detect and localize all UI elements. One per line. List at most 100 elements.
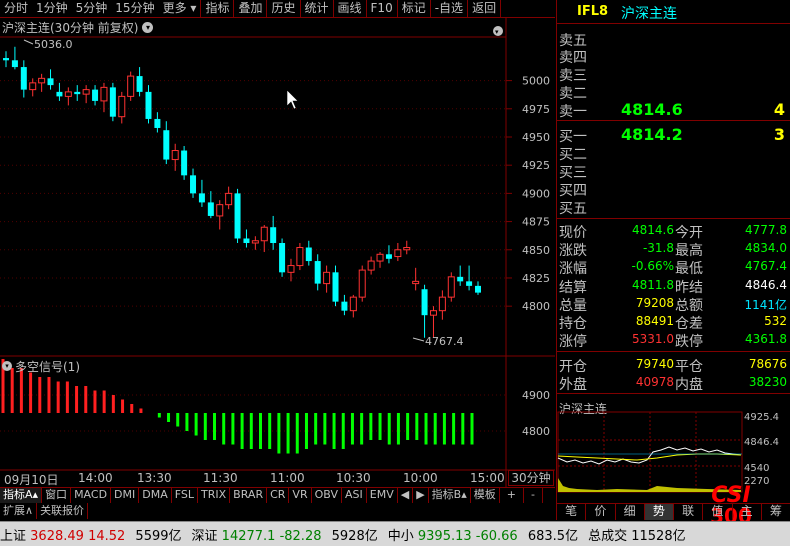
price-axis-label: 4975 — [522, 103, 550, 116]
candle — [181, 146, 188, 180]
price-axis-label: 4850 — [522, 244, 550, 257]
candle — [279, 238, 286, 277]
low-marker: 4767.4 — [412, 335, 464, 348]
tab-brar[interactable]: BRAR — [230, 488, 268, 503]
tab-main[interactable]: 主 — [733, 504, 762, 520]
tab-label: 扩展 — [3, 504, 25, 517]
index-sme[interactable]: 中小 9395.13 -60.66 683.5亿 — [388, 525, 578, 544]
candle — [243, 229, 250, 248]
kline-chart[interactable]: 5000 4975 4950 4925 4900 4875 4850 4825 4800 4900… — [0, 0, 556, 520]
candle — [118, 91, 126, 124]
index-status-bar: 上证 3628.49 14.52 5599亿 深证 14277.1 -82.28… — [0, 521, 790, 546]
candle — [190, 168, 197, 198]
price-axis-label: 4800 — [522, 300, 550, 313]
tab-macd[interactable]: MACD — [71, 488, 112, 503]
index-sz[interactable]: 深证 14277.1 -82.28 5928亿 — [192, 525, 378, 544]
tab-related-quotes[interactable]: 关联报价 — [37, 503, 89, 519]
tab-template[interactable]: 模板 — [471, 488, 500, 503]
candle — [305, 240, 312, 266]
quote-tabs: 笔 价 细 势 联 值 主 筹 — [557, 503, 790, 520]
candle — [403, 240, 411, 255]
candle — [349, 294, 357, 318]
index-name: 上证 — [0, 528, 27, 544]
tab-price[interactable]: 价 — [586, 504, 616, 520]
tab-trix[interactable]: TRIX — [198, 488, 231, 503]
quote-panel: IFL8 沪深主连 卖五 卖四 卖三 卖二 卖一 4814.6 4 买一 481… — [556, 0, 790, 526]
period-selector[interactable]: 30分钟 — [508, 470, 554, 486]
price-axis-label: 4925 — [522, 159, 550, 172]
index-price: 14277.1 — [221, 528, 276, 544]
remove-window-button[interactable]: - — [524, 488, 543, 503]
chart-title: 沪深主连(30分钟 前复权) ▾ — [2, 20, 154, 35]
index-amount: 683.5亿 — [527, 528, 579, 544]
candle — [376, 252, 384, 268]
tab-trades[interactable]: 笔 — [557, 504, 587, 520]
index-amount: 5928亿 — [331, 528, 378, 544]
candle — [92, 85, 99, 106]
index-amount: 5599亿 — [135, 528, 182, 544]
tab-trend[interactable]: 势 — [644, 504, 674, 520]
candle — [207, 191, 214, 219]
tab-indicator-b[interactable]: 指标B▴ — [429, 488, 471, 503]
candle — [260, 224, 268, 253]
mouse-cursor-icon — [286, 89, 299, 110]
scroll-right-icon[interactable]: ▶ — [413, 488, 429, 503]
low-price-label: 4767.4 — [425, 335, 464, 348]
candle — [412, 267, 420, 291]
candle — [11, 46, 18, 70]
tab-obv[interactable]: OBV — [312, 488, 342, 503]
mini-intraday-chart[interactable]: 4925.4 4846.4 4540 2270 — [557, 0, 790, 503]
tab-label: 指标A — [3, 488, 33, 501]
tab-extension[interactable]: 扩展∧ — [0, 503, 38, 519]
tab-emv[interactable]: EMV — [367, 488, 398, 503]
tab-dma[interactable]: DMA — [139, 488, 172, 503]
tab-detail[interactable]: 细 — [616, 504, 645, 520]
indicator-tabs: 指标A▴ 窗口 MACD DMI DMA FSL TRIX BRAR CR VR… — [0, 487, 555, 503]
tab-chips[interactable]: 筹 — [762, 504, 790, 520]
candle — [109, 82, 116, 122]
tab-window[interactable]: 窗口 — [42, 488, 72, 503]
tab-value[interactable]: 值 — [703, 504, 733, 520]
indicator-title: ▾ 多空信号(1) — [2, 359, 80, 374]
candle — [394, 243, 402, 262]
candle — [127, 71, 135, 101]
candles-group — [3, 46, 481, 338]
candle — [136, 67, 143, 97]
candle — [47, 69, 54, 90]
candle — [29, 78, 37, 97]
candle — [332, 265, 339, 307]
tab-indicator-a[interactable]: 指标A▴ — [0, 488, 43, 503]
tab-fsl[interactable]: FSL — [172, 488, 199, 503]
candle — [457, 265, 464, 286]
svg-text:▾: ▾ — [495, 28, 499, 36]
candle — [296, 243, 304, 271]
tab-vr[interactable]: VR — [289, 488, 312, 503]
candle — [234, 188, 241, 244]
add-window-button[interactable]: + — [500, 488, 524, 503]
indicator-title-text: 多空信号(1) — [15, 359, 80, 374]
tab-label: 指标B — [431, 488, 462, 501]
chart-options-chevron-icon[interactable]: ▾ — [142, 22, 154, 33]
time-label: 13:30 — [137, 471, 172, 485]
candle — [225, 186, 233, 210]
index-name: 深证 — [191, 528, 218, 544]
index-sh[interactable]: 上证 3628.49 14.52 5599亿 — [0, 525, 182, 544]
price-axis-label: 4950 — [522, 131, 550, 144]
candle — [314, 254, 321, 291]
candle — [74, 85, 81, 101]
candle — [270, 215, 277, 250]
tab-linked[interactable]: 联 — [674, 504, 704, 520]
time-axis: 09月10日 14:00 13:30 11:30 11:00 10:30 10:… — [0, 470, 555, 487]
caret-up-icon: ▴ — [461, 488, 467, 501]
time-label: 11:30 — [203, 471, 238, 485]
tab-dmi[interactable]: DMI — [111, 488, 140, 503]
indicator-options-icon[interactable]: ▾ — [2, 361, 12, 371]
price-axis-label: 4900 — [522, 187, 550, 200]
tab-asi[interactable]: ASI — [342, 488, 367, 503]
candle — [64, 87, 72, 106]
total-label: 总成交 — [588, 528, 628, 544]
index-change: -60.66 — [475, 528, 518, 544]
tab-cr[interactable]: CR — [267, 488, 290, 503]
candle — [56, 82, 63, 101]
scroll-left-icon[interactable]: ◀ — [398, 488, 414, 503]
